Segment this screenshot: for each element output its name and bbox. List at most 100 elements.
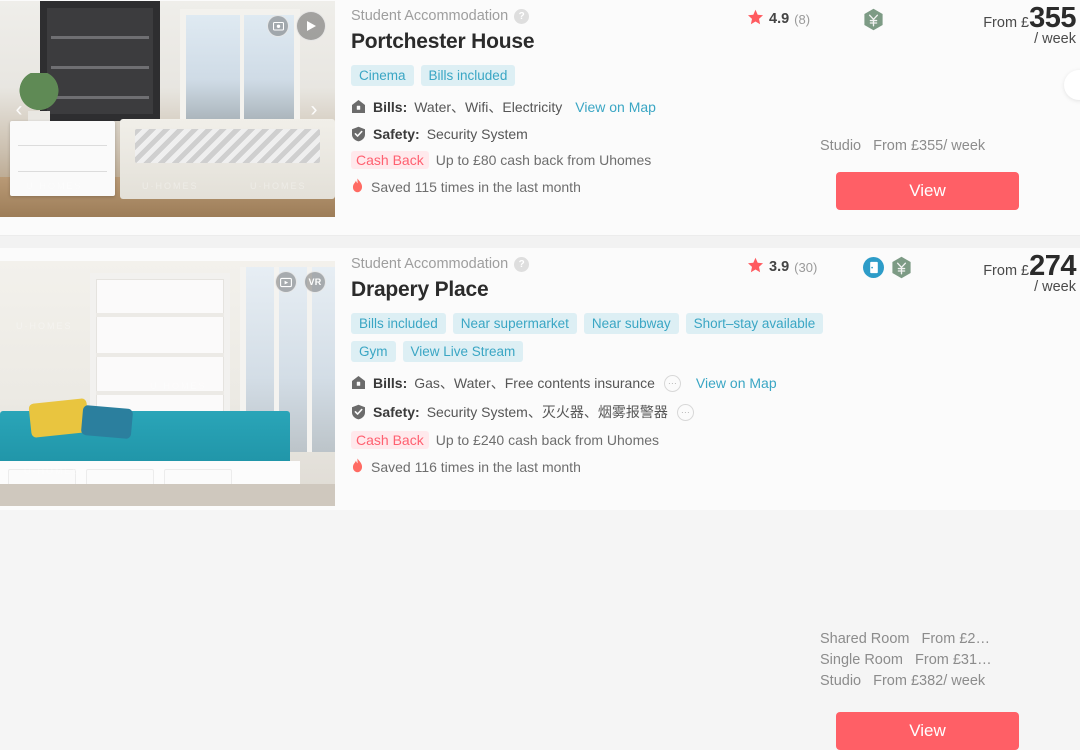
listing-tag[interactable]: Cinema (351, 65, 414, 86)
saved-row: Saved 116 times in the last month (351, 458, 825, 476)
room-type-price: From £31… (915, 652, 992, 668)
view-button[interactable]: View (836, 712, 1019, 750)
safety-label: Safety: (373, 404, 420, 420)
room-type-row: Single Room From £31… (820, 650, 1080, 671)
rating-count: (30) (794, 259, 818, 275)
listing-price-panel: 4.9 (8) From £355 / week Studio From £35… (748, 0, 1080, 235)
cash-back-text: Up to £80 cash back from Uhomes (435, 152, 652, 168)
listing-photo[interactable]: U·HOMES U·HOMES U·HOMES ‹ › (0, 1, 335, 217)
photo-media-icons: VR (275, 271, 326, 293)
listing-card[interactable]: U·HOMES U·HOMES U·HOMES VR Student Accom… (0, 248, 1080, 750)
shield-check-icon (351, 126, 366, 142)
saved-count-text: Saved 115 times in the last month (371, 179, 581, 195)
safety-value: Security System (426, 126, 528, 142)
listing-tag[interactable]: Bills included (351, 313, 446, 334)
play-icon[interactable] (296, 11, 326, 41)
bills-label: Bills: (373, 375, 408, 391)
photo-watermark: U·HOMES (24, 466, 81, 476)
photo-watermark: U·HOMES (26, 181, 83, 191)
price-block: From £355 / week (983, 2, 1076, 47)
listing-tag[interactable]: Near supermarket (452, 313, 577, 334)
saved-count-text: Saved 116 times in the last month (371, 459, 581, 475)
photo-icon[interactable] (267, 15, 289, 37)
price-from-label: From £ (983, 15, 1030, 31)
house-icon (351, 375, 366, 391)
vr-icon[interactable]: VR (304, 271, 326, 293)
cash-back-badge: Cash Back (351, 431, 429, 449)
listing-results-page: U·HOMES U·HOMES U·HOMES ‹ › Student Acco… (0, 0, 1080, 750)
room-type-list: Studio From £355/ week (820, 136, 1080, 157)
more-safety-icon[interactable]: ··· (676, 403, 694, 421)
cash-back-badge: Cash Back (351, 151, 429, 169)
cashback-row: Cash Back Up to £240 cash back from Uhom… (351, 431, 825, 449)
listing-tag[interactable]: Near subway (583, 313, 679, 334)
carousel-prev-icon[interactable]: ‹ (6, 96, 32, 122)
price-badges (863, 8, 884, 31)
photo-media-icons (267, 11, 326, 41)
safety-row: Safety: Security System (351, 126, 825, 142)
price-badges (863, 256, 912, 279)
listing-detail-rows: Bills: Water、Wifi、Electricity View on Ma… (351, 97, 825, 196)
rating-block: 4.9 (8) (747, 9, 810, 29)
room-type-name: Studio (820, 138, 862, 154)
listing-info: Student Accommodation ? Drapery Place Bi… (335, 248, 825, 510)
safety-value: Security System、灭火器、烟雾报警器 (426, 404, 668, 420)
listing-title[interactable]: Drapery Place (351, 278, 825, 302)
safety-row: Safety: Security System、灭火器、烟雾报警器 ··· (351, 402, 825, 422)
currency-hex-icon (891, 256, 912, 279)
favorite-button[interactable] (1064, 70, 1080, 100)
listing-card[interactable]: U·HOMES U·HOMES U·HOMES ‹ › Student Acco… (0, 0, 1080, 235)
rating-value: 3.9 (769, 259, 790, 275)
listing-tag[interactable]: Gym (351, 341, 396, 362)
rating-count: (8) (794, 11, 811, 27)
listing-detail-rows: Bills: Gas、Water、Free contents insurance… (351, 373, 825, 476)
listing-photo[interactable]: U·HOMES U·HOMES U·HOMES VR (0, 261, 335, 506)
listing-info: Student Accommodation ? Portchester Hous… (335, 0, 825, 235)
listing-tags: Bills included Near supermarket Near sub… (351, 313, 825, 362)
room-type-row: Studio From £382/ week (820, 671, 1080, 692)
room-type-price: From £382/ week (873, 673, 986, 689)
room-type-name: Studio (820, 673, 862, 689)
view-button[interactable]: View (836, 172, 1019, 210)
listing-title[interactable]: Portchester House (351, 30, 825, 54)
photo-watermark: U·HOMES (250, 181, 307, 191)
cash-back-text: Up to £240 cash back from Uhomes (435, 432, 660, 448)
star-icon (747, 9, 764, 29)
room-type-name: Single Room (820, 652, 904, 668)
more-bills-icon[interactable]: ··· (663, 374, 681, 392)
bills-value: Gas、Water、Free contents insurance (414, 375, 655, 391)
photo-watermark: U·HOMES (150, 381, 207, 391)
view-on-map-link[interactable]: View on Map (696, 375, 777, 391)
bills-label: Bills: (373, 99, 408, 115)
price-amount: 274 (1029, 250, 1076, 282)
listing-tag[interactable]: Bills included (420, 65, 516, 86)
help-icon[interactable]: ? (514, 8, 530, 24)
listing-tag[interactable]: View Live Stream (402, 341, 524, 362)
room-type-row: Studio From £355/ week (820, 136, 1080, 157)
saved-row: Saved 115 times in the last month (351, 178, 825, 196)
bills-value: Water、Wifi、Electricity (414, 99, 563, 115)
price-amount: 355 (1029, 2, 1076, 34)
shield-check-icon (351, 404, 366, 420)
room-circle-icon (863, 257, 884, 278)
cashback-row: Cash Back Up to £80 cash back from Uhome… (351, 151, 825, 169)
rating-block: 3.9 (30) (747, 257, 817, 277)
safety-label: Safety: (373, 126, 420, 142)
room-type-name: Shared Room (820, 631, 910, 647)
help-icon[interactable]: ? (514, 256, 530, 272)
listing-tag[interactable]: Short–stay available (685, 313, 824, 334)
carousel-next-icon[interactable]: › (301, 96, 327, 122)
view-on-map-link[interactable]: View on Map (575, 99, 656, 115)
house-icon (351, 99, 366, 115)
star-icon (747, 257, 764, 277)
photo-watermark: U·HOMES (16, 321, 73, 331)
price-block: From £274 / week (983, 250, 1076, 295)
bills-row: Bills: Water、Wifi、Electricity View on Ma… (351, 97, 825, 117)
card-divider (0, 235, 1080, 236)
room-type-price: From £2… (921, 631, 990, 647)
room-type-price: From £355/ week (873, 138, 986, 154)
photo-icon[interactable] (275, 271, 297, 293)
listing-price-panel: 3.9 (30) From £274 / week Shared Room Fr… (748, 248, 1080, 750)
bills-row: Bills: Gas、Water、Free contents insurance… (351, 373, 825, 393)
listing-subtitle: Student Accommodation (351, 8, 509, 24)
